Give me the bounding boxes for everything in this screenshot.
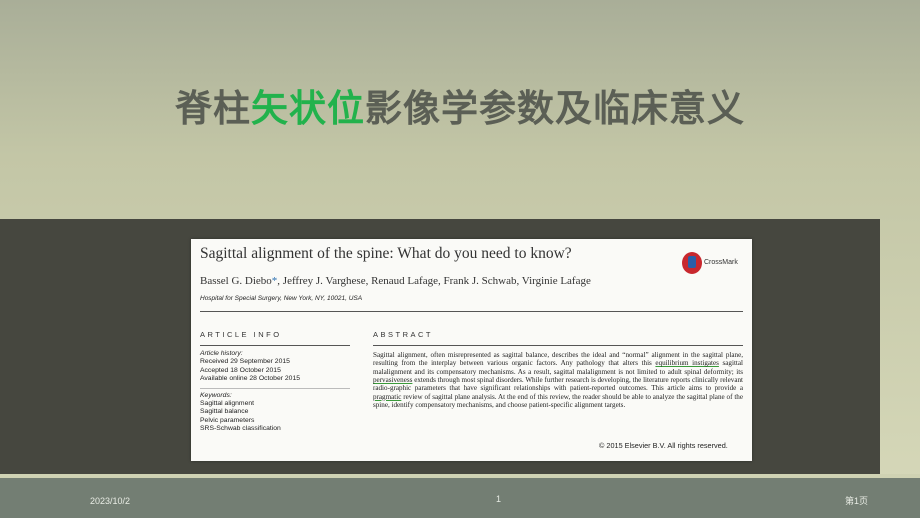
first-author: Bassel G. Diebo	[200, 275, 272, 287]
other-authors: , Jeffrey J. Varghese, Renaud Lafage, Fr…	[277, 275, 591, 287]
divider	[200, 387, 350, 389]
title-highlight: 矢状位	[251, 87, 365, 130]
history-item: Accepted 18 October 2015	[200, 366, 281, 374]
paper-image: Sagittal alignment of the spine: What do…	[191, 239, 752, 461]
article-info-header: ARTICLE INFO	[200, 330, 282, 339]
title-suffix: 影像学参数及临床意义	[365, 87, 745, 130]
crossmark-icon	[682, 252, 702, 274]
keywords-label: Keywords:	[200, 391, 232, 399]
footer-date: 2023/10/2	[90, 496, 131, 506]
abstract-header: ABSTRACT	[373, 330, 434, 339]
slide-title: 脊柱矢状位影像学参数及临床意义	[0, 78, 920, 132]
paper-affiliation: Hospital for Special Surgery, New York, …	[200, 295, 363, 302]
keyword-item: SRS-Schwab classification	[200, 425, 281, 433]
crossmark-badge: CrossMark	[682, 252, 744, 276]
abstract-underlined: equilibrium instigates	[655, 359, 719, 368]
slide-footer: 2023/10/2 1 第1页	[0, 478, 920, 518]
footer-page-label: 第1页	[845, 496, 869, 506]
history-item: Available online 28 October 2015	[200, 375, 301, 383]
keyword-item: Pelvic parameters	[200, 416, 255, 424]
copyright: © 2015 Elsevier B.V. All rights reserved…	[599, 441, 728, 450]
abstract-underlined: pervasiveness	[373, 376, 413, 385]
abstract-part: review of sagittal plane analysis. At th…	[373, 392, 743, 410]
article-info: Article history: Received 29 September 2…	[200, 350, 350, 434]
keyword-item: Sagittal alignment	[200, 400, 255, 408]
paper-authors: Bassel G. Diebo*, Jeffrey J. Varghese, R…	[200, 275, 591, 287]
divider	[200, 311, 743, 312]
footer-page-number: 1	[496, 494, 502, 504]
history-item: Received 29 September 2015	[200, 358, 290, 366]
abstract-part: extends through most spinal disorders. W…	[373, 376, 743, 393]
abstract-underlined: pragmatic	[373, 392, 402, 401]
title-prefix: 脊柱	[175, 87, 251, 130]
divider	[373, 345, 743, 346]
keyword-item: Sagittal balance	[200, 408, 249, 416]
paper-title: Sagittal alignment of the spine: What do…	[200, 245, 572, 262]
abstract-text: Sagittal alignment, often misrepresented…	[373, 351, 743, 409]
crossmark-label: CrossMark	[704, 259, 738, 266]
divider	[200, 345, 350, 346]
history-label: Article history:	[200, 350, 243, 357]
